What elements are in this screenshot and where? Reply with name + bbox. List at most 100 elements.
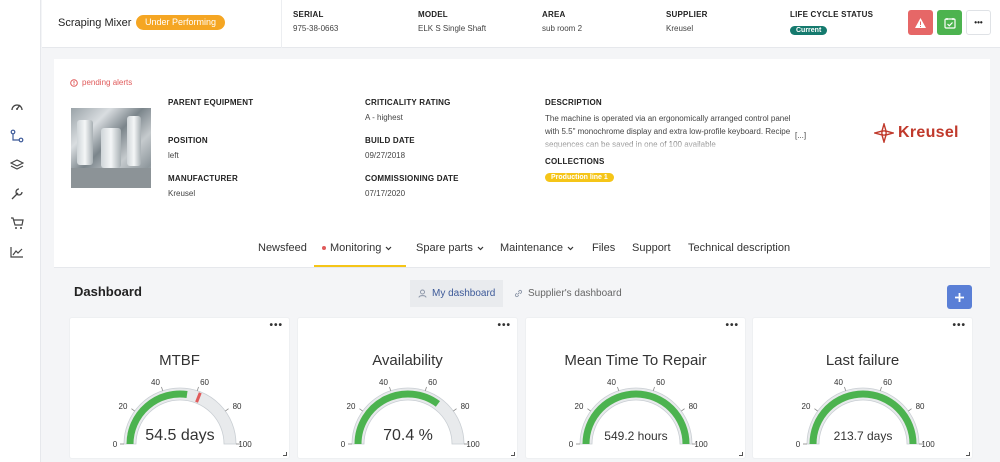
gauge-chart: 0 20 40 60 80 100 213.7 days — [796, 378, 935, 449]
gauge-tick — [587, 408, 591, 412]
alert-button[interactable] — [908, 10, 933, 35]
gauge-tick-label: 0 — [113, 440, 118, 449]
supplier-dashboard-tab[interactable]: Supplier's dashboard — [506, 280, 630, 307]
tab-support[interactable]: Support — [632, 242, 671, 254]
lifecycle-label: LIFE CYCLE STATUS — [790, 10, 874, 19]
gauge-tick-label: 80 — [233, 402, 242, 411]
collections-label: COLLECTIONS — [545, 157, 605, 166]
more-button[interactable]: ••• — [966, 10, 991, 35]
gauge-chart: 0 20 40 60 80 100 70.4 % — [341, 378, 480, 449]
gauge-tick — [359, 408, 363, 412]
description-fade — [545, 138, 795, 151]
tab-technical-description-label: Technical description — [688, 242, 791, 254]
tab-bar: Newsfeed Monitoring Spare parts Maintena… — [54, 233, 990, 267]
gauge-tick-label: 60 — [428, 378, 437, 387]
build-date-label: BUILD DATE — [365, 136, 415, 145]
gauge-title: MTBF — [159, 352, 200, 369]
user-icon — [418, 289, 427, 298]
equipment-photo[interactable] — [71, 108, 151, 188]
manufacturer-field: MANUFACTURER Kreusel — [168, 174, 238, 198]
criticality-value: A - highest — [365, 113, 403, 122]
model-value: ELK S Single Shaft — [418, 24, 487, 33]
gauge-tick-label: 40 — [151, 378, 160, 387]
card-menu-button[interactable]: ••• — [497, 320, 511, 331]
cart-icon[interactable] — [7, 213, 27, 233]
gauge-tick — [453, 408, 457, 412]
gauge-tick — [908, 408, 912, 412]
manufacturer-label: MANUFACTURER — [168, 174, 238, 183]
gauge-value-text: 54.5 days — [145, 427, 214, 444]
description-more-link[interactable]: [...] — [795, 131, 806, 140]
card-menu-button[interactable]: ••• — [725, 320, 739, 331]
tab-spare-parts[interactable]: Spare parts — [416, 242, 484, 254]
card-resize-handle[interactable] — [283, 452, 287, 456]
asset-header: Scraping Mixer Under Performing SERIAL 9… — [42, 0, 1000, 48]
tab-support-label: Support — [632, 242, 671, 254]
status-badge: Under Performing — [136, 15, 226, 30]
tab-maintenance[interactable]: Maintenance — [500, 242, 574, 254]
tab-technical-description[interactable]: Technical description — [688, 242, 790, 254]
calendar-button[interactable] — [937, 10, 962, 35]
gauge-tick-label: 20 — [347, 402, 356, 411]
layers-icon[interactable] — [7, 155, 27, 175]
collection-tag[interactable]: Production line 1 — [545, 173, 614, 182]
warning-icon — [915, 17, 926, 28]
gauge-tick-label: 20 — [119, 402, 128, 411]
gauge-tick — [389, 386, 392, 391]
tab-monitoring-label: Monitoring — [330, 242, 382, 254]
my-dashboard-tab[interactable]: My dashboard — [410, 280, 504, 307]
gauge-tick-label: 80 — [916, 402, 925, 411]
monitoring-alert-dot — [322, 246, 326, 250]
trend-icon[interactable] — [7, 242, 27, 262]
gauge-tick-label: 100 — [466, 440, 480, 449]
parent-equipment-label: PARENT EQUIPMENT — [168, 98, 254, 107]
tab-newsfeed[interactable]: Newsfeed — [258, 242, 307, 254]
description-field: DESCRIPTION The machine is operated via … — [545, 98, 795, 151]
gauge-tick-label: 0 — [569, 440, 574, 449]
add-widget-button[interactable] — [947, 285, 972, 309]
active-tab-indicator — [314, 265, 406, 267]
tab-maintenance-label: Maintenance — [500, 242, 563, 254]
gauge-tick-label: 60 — [656, 378, 665, 387]
card-menu-button[interactable]: ••• — [952, 320, 966, 331]
commissioning-date-field: COMMISSIONING DATE 07/17/2020 — [365, 174, 459, 198]
gauge-title: Mean Time To Repair — [564, 352, 707, 369]
card-resize-handle[interactable] — [511, 452, 515, 456]
workflow-icon[interactable] — [7, 126, 27, 146]
gauge-tick-label: 80 — [689, 402, 698, 411]
gauge-tick — [131, 408, 135, 412]
my-dashboard-label: My dashboard — [432, 288, 496, 299]
gauge-tick-label: 0 — [796, 440, 801, 449]
parent-equipment-field: PARENT EQUIPMENT — [168, 98, 253, 113]
wrench-icon[interactable] — [7, 184, 27, 204]
gauge-tick-label: 40 — [607, 378, 616, 387]
description-label: DESCRIPTION — [545, 98, 602, 107]
header-divider — [281, 0, 282, 48]
gauge-tick-label: 60 — [200, 378, 209, 387]
gauge-icon[interactable] — [7, 97, 27, 117]
tab-files[interactable]: Files — [592, 242, 615, 254]
card-menu-button[interactable]: ••• — [269, 320, 283, 331]
gauge-chart: 0 20 40 60 80 100 549.2 hours — [569, 378, 708, 449]
supplier-logo: Kreusel — [874, 123, 959, 143]
dashboard-title: Dashboard — [74, 284, 142, 299]
card-resize-handle[interactable] — [739, 452, 743, 456]
supplier-field: SUPPLIER Kreusel — [666, 10, 708, 33]
pending-alerts[interactable]: pending alerts — [70, 78, 132, 87]
chevron-down-icon — [477, 246, 484, 250]
gauge-card: ••• MTBF 0 20 40 60 80 100 54.5 days — [70, 318, 289, 458]
tab-files-label: Files — [592, 242, 616, 254]
gauge-tick — [681, 408, 685, 412]
gauge-card: ••• Last failure 0 20 40 60 80 100 213.7 days — [753, 318, 972, 458]
gauge-tick-label: 40 — [834, 378, 843, 387]
gauge-tick — [225, 408, 229, 412]
area-label: AREA — [542, 10, 566, 19]
gauge-tick — [879, 386, 882, 391]
gauge-value-text: 213.7 days — [834, 429, 893, 443]
card-resize-handle[interactable] — [966, 452, 970, 456]
tab-monitoring[interactable]: Monitoring — [322, 242, 392, 254]
serial-label: SERIAL — [293, 10, 324, 19]
gauge-card: ••• Availability 0 20 40 60 80 100 70.4 % — [298, 318, 517, 458]
gauge-chart: 0 20 40 60 80 100 54.5 days — [113, 378, 252, 449]
supplier-dashboard-label: Supplier's dashboard — [528, 288, 622, 299]
